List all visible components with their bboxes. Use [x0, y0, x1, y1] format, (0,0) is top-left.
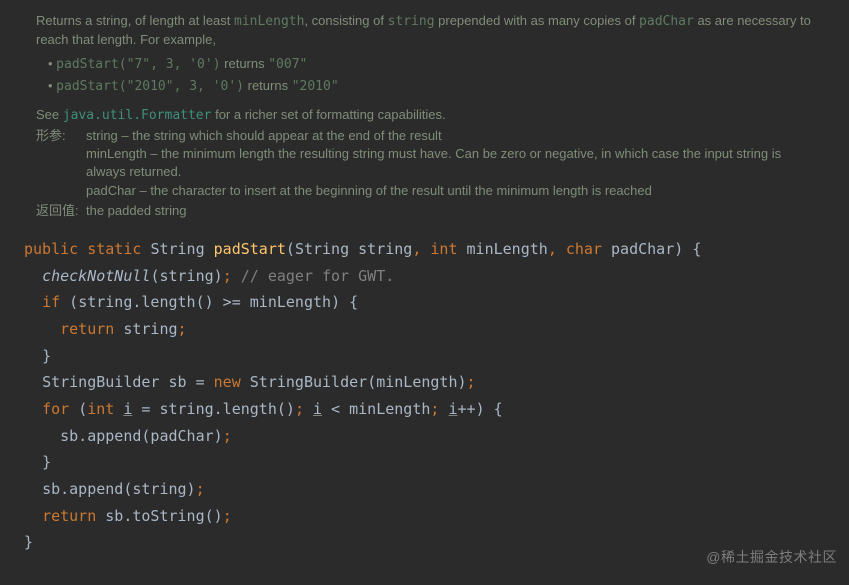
type: StringBuilder: [42, 373, 159, 391]
var-i: i: [313, 400, 322, 418]
cond: < minLength: [322, 400, 430, 418]
params-label: 形参:: [36, 127, 82, 200]
semicolon: ;: [178, 320, 187, 338]
var-name: sb: [169, 373, 187, 391]
see-also-line: See java.util.Formatter for a richer set…: [36, 106, 813, 125]
param-minlength: minLength – the minimum length the resul…: [86, 145, 813, 181]
javadoc-description: Returns a string, of length at least min…: [36, 12, 813, 49]
params-body: string – the string which should appear …: [82, 127, 813, 200]
eq: =: [187, 373, 214, 391]
javadoc-block: Returns a string, of length at least min…: [0, 0, 849, 230]
semicolon: ;: [223, 507, 232, 525]
paren-close: ): [331, 293, 340, 311]
see-link[interactable]: java.util.Formatter: [63, 108, 212, 123]
param-name: string: [358, 240, 412, 258]
params-row: 形参: string – the string which should app…: [36, 127, 813, 200]
arg: minLength: [376, 373, 457, 391]
semicolon: ;: [295, 400, 304, 418]
example-result: "007": [268, 57, 307, 72]
example-list: padStart("7", 3, '0') returns "007" padS…: [36, 55, 813, 95]
keyword-if: if: [42, 293, 60, 311]
return-row: 返回值: the padded string: [36, 202, 813, 220]
example-code: padStart("7", 3, '0'): [56, 57, 220, 72]
desc-code-string: string: [388, 14, 435, 29]
stmt: sb.append(string): [42, 480, 196, 498]
expr: minLength: [250, 293, 331, 311]
example-code: padStart("2010", 3, '0'): [56, 79, 244, 94]
example-text: returns: [244, 78, 292, 93]
param-name: padChar: [611, 240, 674, 258]
comment: // eager for GWT.: [241, 267, 395, 285]
example-text: returns: [221, 56, 269, 71]
paren: ): [458, 373, 467, 391]
see-prefix: See: [36, 107, 63, 122]
return-val: string: [123, 320, 177, 338]
brace-close: }: [42, 453, 51, 471]
brace-open: {: [349, 293, 358, 311]
method-call: checkNotNull: [42, 267, 150, 285]
expr: string.length(): [78, 293, 213, 311]
ctor: StringBuilder: [250, 373, 367, 391]
op: >=: [214, 293, 250, 311]
param-type: String: [295, 240, 349, 258]
watermark: @稀土掘金技术社区: [706, 547, 837, 567]
paren-close: ): [674, 240, 683, 258]
init: = string.length(): [132, 400, 295, 418]
keyword-static: static: [87, 240, 141, 258]
semicolon: ;: [467, 373, 476, 391]
type-string: String: [150, 240, 204, 258]
param-padchar: padChar – the character to insert at the…: [86, 182, 813, 200]
desc-code-minlength: minLength: [234, 14, 304, 29]
paren: (: [78, 400, 87, 418]
keyword-int: int: [87, 400, 114, 418]
example-result: "2010": [292, 79, 339, 94]
keyword-return: return: [60, 320, 114, 338]
desc-text: , consisting of: [304, 13, 387, 28]
arg: string: [159, 267, 213, 285]
keyword-return: return: [42, 507, 96, 525]
brace-close: }: [42, 347, 51, 365]
keyword-char: char: [566, 240, 602, 258]
method-name: padStart: [214, 240, 286, 258]
return-value: the padded string: [82, 202, 813, 220]
paren: (: [367, 373, 376, 391]
comma: ,: [548, 240, 557, 258]
param-string: string – the string which should appear …: [86, 127, 813, 145]
keyword-public: public: [24, 240, 78, 258]
brace-open: {: [494, 400, 503, 418]
semicolon: ;: [223, 267, 232, 285]
semicolon: ;: [196, 480, 205, 498]
inc: ++: [458, 400, 476, 418]
brace-open: {: [692, 240, 701, 258]
keyword-new: new: [214, 373, 241, 391]
keyword-int: int: [430, 240, 457, 258]
desc-text: prepended with as many copies of: [435, 13, 640, 28]
var-i: i: [448, 400, 457, 418]
code-editor[interactable]: public static String padStart(String str…: [0, 230, 849, 556]
desc-code-padchar: padChar: [639, 14, 694, 29]
paren-open: (: [69, 293, 78, 311]
paren: ): [214, 267, 223, 285]
example-item: padStart("2010", 3, '0') returns "2010": [48, 77, 813, 96]
brace-close: }: [24, 533, 33, 551]
keyword-for: for: [42, 400, 69, 418]
paren: ): [476, 400, 485, 418]
desc-text: Returns a string, of length at least: [36, 13, 234, 28]
comma: ,: [412, 240, 421, 258]
see-suffix: for a richer set of formatting capabilit…: [211, 107, 445, 122]
paren-open: (: [286, 240, 295, 258]
example-item: padStart("7", 3, '0') returns "007": [48, 55, 813, 74]
param-name: minLength: [467, 240, 548, 258]
semicolon: ;: [223, 427, 232, 445]
return-expr: sb.toString(): [105, 507, 222, 525]
stmt: sb.append(padChar): [60, 427, 223, 445]
return-label: 返回值:: [36, 202, 82, 220]
semicolon: ;: [430, 400, 439, 418]
